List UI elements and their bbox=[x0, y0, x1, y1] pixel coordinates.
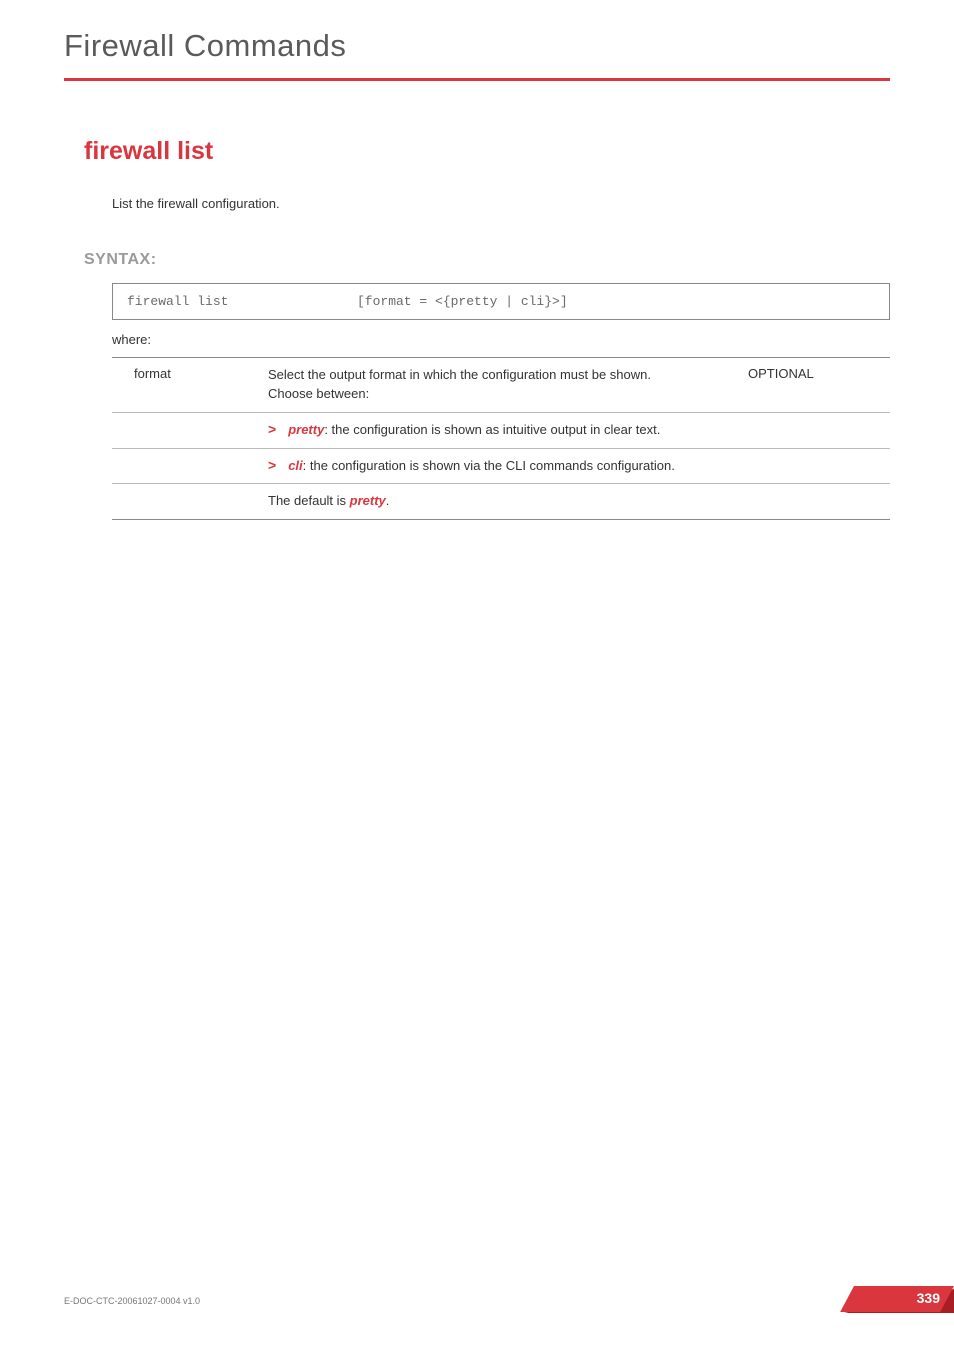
table-row: > pretty: the configuration is shown as … bbox=[112, 412, 890, 448]
param-optional: OPTIONAL bbox=[742, 358, 890, 413]
syntax-label: SYNTAX: bbox=[84, 251, 890, 269]
param-desc-intro: Select the output format in which the co… bbox=[262, 358, 742, 413]
syntax-args: [format = <{pretty | cli}>] bbox=[317, 294, 875, 309]
where-label: where: bbox=[112, 332, 890, 347]
page-header: Firewall Commands bbox=[64, 28, 890, 81]
bullet-icon: > bbox=[268, 421, 276, 438]
bullet-text: pretty: the configuration is shown as in… bbox=[288, 421, 736, 440]
table-row: > cli: the configuration is shown via th… bbox=[112, 448, 890, 484]
table-row: format Select the output format in which… bbox=[112, 358, 890, 413]
footer-doc-id: E-DOC-CTC-20061027-0004 v1.0 bbox=[64, 1296, 200, 1306]
page-title: Firewall Commands bbox=[64, 28, 890, 64]
param-table: format Select the output format in which… bbox=[112, 357, 890, 520]
table-row: The default is pretty. bbox=[112, 484, 890, 520]
section-title: firewall list bbox=[84, 137, 890, 166]
param-name: format bbox=[112, 358, 262, 413]
footer-page-badge: 339 bbox=[834, 1286, 954, 1316]
footer-page-number: 339 bbox=[917, 1290, 940, 1306]
bullet-text: cli: the configuration is shown via the … bbox=[288, 457, 736, 476]
bullet-icon: > bbox=[268, 457, 276, 474]
param-bullet: > pretty: the configuration is shown as … bbox=[262, 412, 742, 448]
page-footer: E-DOC-CTC-20061027-0004 v1.0 339 bbox=[64, 1286, 954, 1316]
syntax-box: firewall list [format = <{pretty | cli}>… bbox=[112, 283, 890, 320]
param-bullet: > cli: the configuration is shown via th… bbox=[262, 448, 742, 484]
param-default: The default is pretty. bbox=[262, 484, 742, 520]
section-description: List the firewall configuration. bbox=[112, 196, 890, 211]
syntax-command: firewall list bbox=[127, 294, 317, 309]
